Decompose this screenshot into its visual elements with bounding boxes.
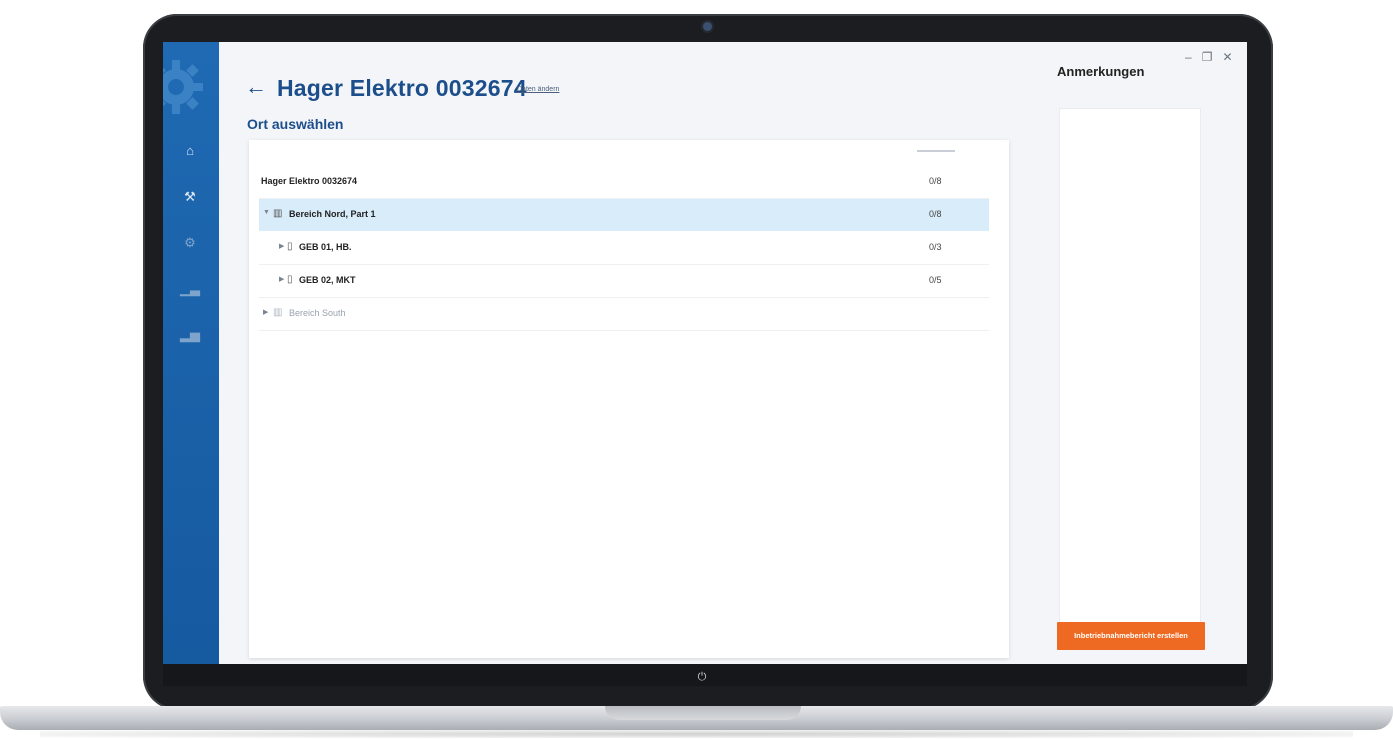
section-subtitle: Ort auswählen (247, 116, 344, 132)
app-screen: ⌂ ⚒ ⚙ ▁▃ ▂▅ ← Hager Elektro 0032674 Date… (163, 42, 1247, 664)
camera-icon (703, 22, 712, 31)
home-icon[interactable]: ⌂ (179, 140, 201, 162)
tree-row-geb-02[interactable]: ▶ ▯ GEB 02, MKT 0/5 (259, 265, 989, 298)
tools-icon[interactable]: ⚒ (179, 186, 201, 208)
panel-title: Anmerkungen (1057, 64, 1145, 79)
expand-icon[interactable]: ▶ (279, 242, 284, 250)
count-column-header (917, 150, 955, 152)
window-controls: – ❐ ✕ (1185, 50, 1243, 64)
sidebar: ⌂ ⚒ ⚙ ▁▃ ▂▅ (163, 42, 219, 664)
tree-row-count: 0/8 (929, 209, 942, 219)
tree-row-bereich-south[interactable]: ▶ ▥ Bereich South (259, 298, 989, 331)
notes-panel: – ❐ ✕ Anmerkungen Inbetriebnahmebericht er… (1047, 42, 1247, 664)
main-content: ← Hager Elektro 0032674 Daten ändern Ort… (219, 42, 1047, 664)
laptop-notch (605, 706, 801, 720)
tree-row-geb-01[interactable]: ▶ ▯ GEB 01, HB. 0/3 (259, 232, 989, 265)
restore-icon[interactable]: ❐ (1202, 50, 1213, 64)
building-group-icon: ▥ (273, 208, 283, 219)
tree-row-label: GEB 01, HB. (299, 242, 352, 252)
chart-icon[interactable]: ▁▃ (179, 278, 201, 300)
tree-row-label: Bereich South (289, 308, 346, 318)
tree-row-count: 0/5 (929, 275, 942, 285)
building-group-icon: ▥ (273, 307, 283, 318)
expand-icon[interactable]: ▶ (279, 275, 284, 283)
notes-textarea[interactable] (1059, 108, 1201, 630)
collapse-icon[interactable]: ▼ (263, 209, 270, 216)
building-icon: ▯ (287, 241, 293, 252)
power-icon: ⏻ (697, 671, 707, 683)
tree-row-label: Bereich Nord, Part 1 (289, 209, 376, 219)
gear-logo-icon (163, 60, 203, 114)
tree-row-label: GEB 02, MKT (299, 275, 356, 285)
location-tree-card: Hager Elektro 0032674 0/8 ▼ ▥ Bereich No… (249, 140, 1009, 658)
page-title: Hager Elektro 0032674 (277, 75, 527, 101)
settings-icon[interactable]: ⚙ (179, 232, 201, 254)
tree-row-root[interactable]: Hager Elektro 0032674 0/8 (259, 166, 989, 199)
create-report-button[interactable]: Inbetriebnahmebericht erstellen (1057, 622, 1205, 650)
tree-row-bereich-nord[interactable]: ▼ ▥ Bereich Nord, Part 1 0/8 (259, 199, 989, 231)
close-icon[interactable]: ✕ (1222, 50, 1232, 64)
expand-icon[interactable]: ▶ (263, 308, 268, 316)
minimize-icon[interactable]: – (1185, 50, 1192, 64)
tree-row-count: 0/8 (929, 176, 942, 186)
back-arrow-icon[interactable]: ← (245, 74, 267, 100)
analytics-icon[interactable]: ▂▅ (179, 324, 201, 346)
change-data-link[interactable]: Daten ändern (517, 86, 559, 93)
tree-row-label: Hager Elektro 0032674 (261, 176, 358, 186)
building-icon: ▯ (287, 274, 293, 285)
tree-row-count: 0/3 (929, 242, 942, 252)
laptop-shadow (40, 730, 1353, 738)
